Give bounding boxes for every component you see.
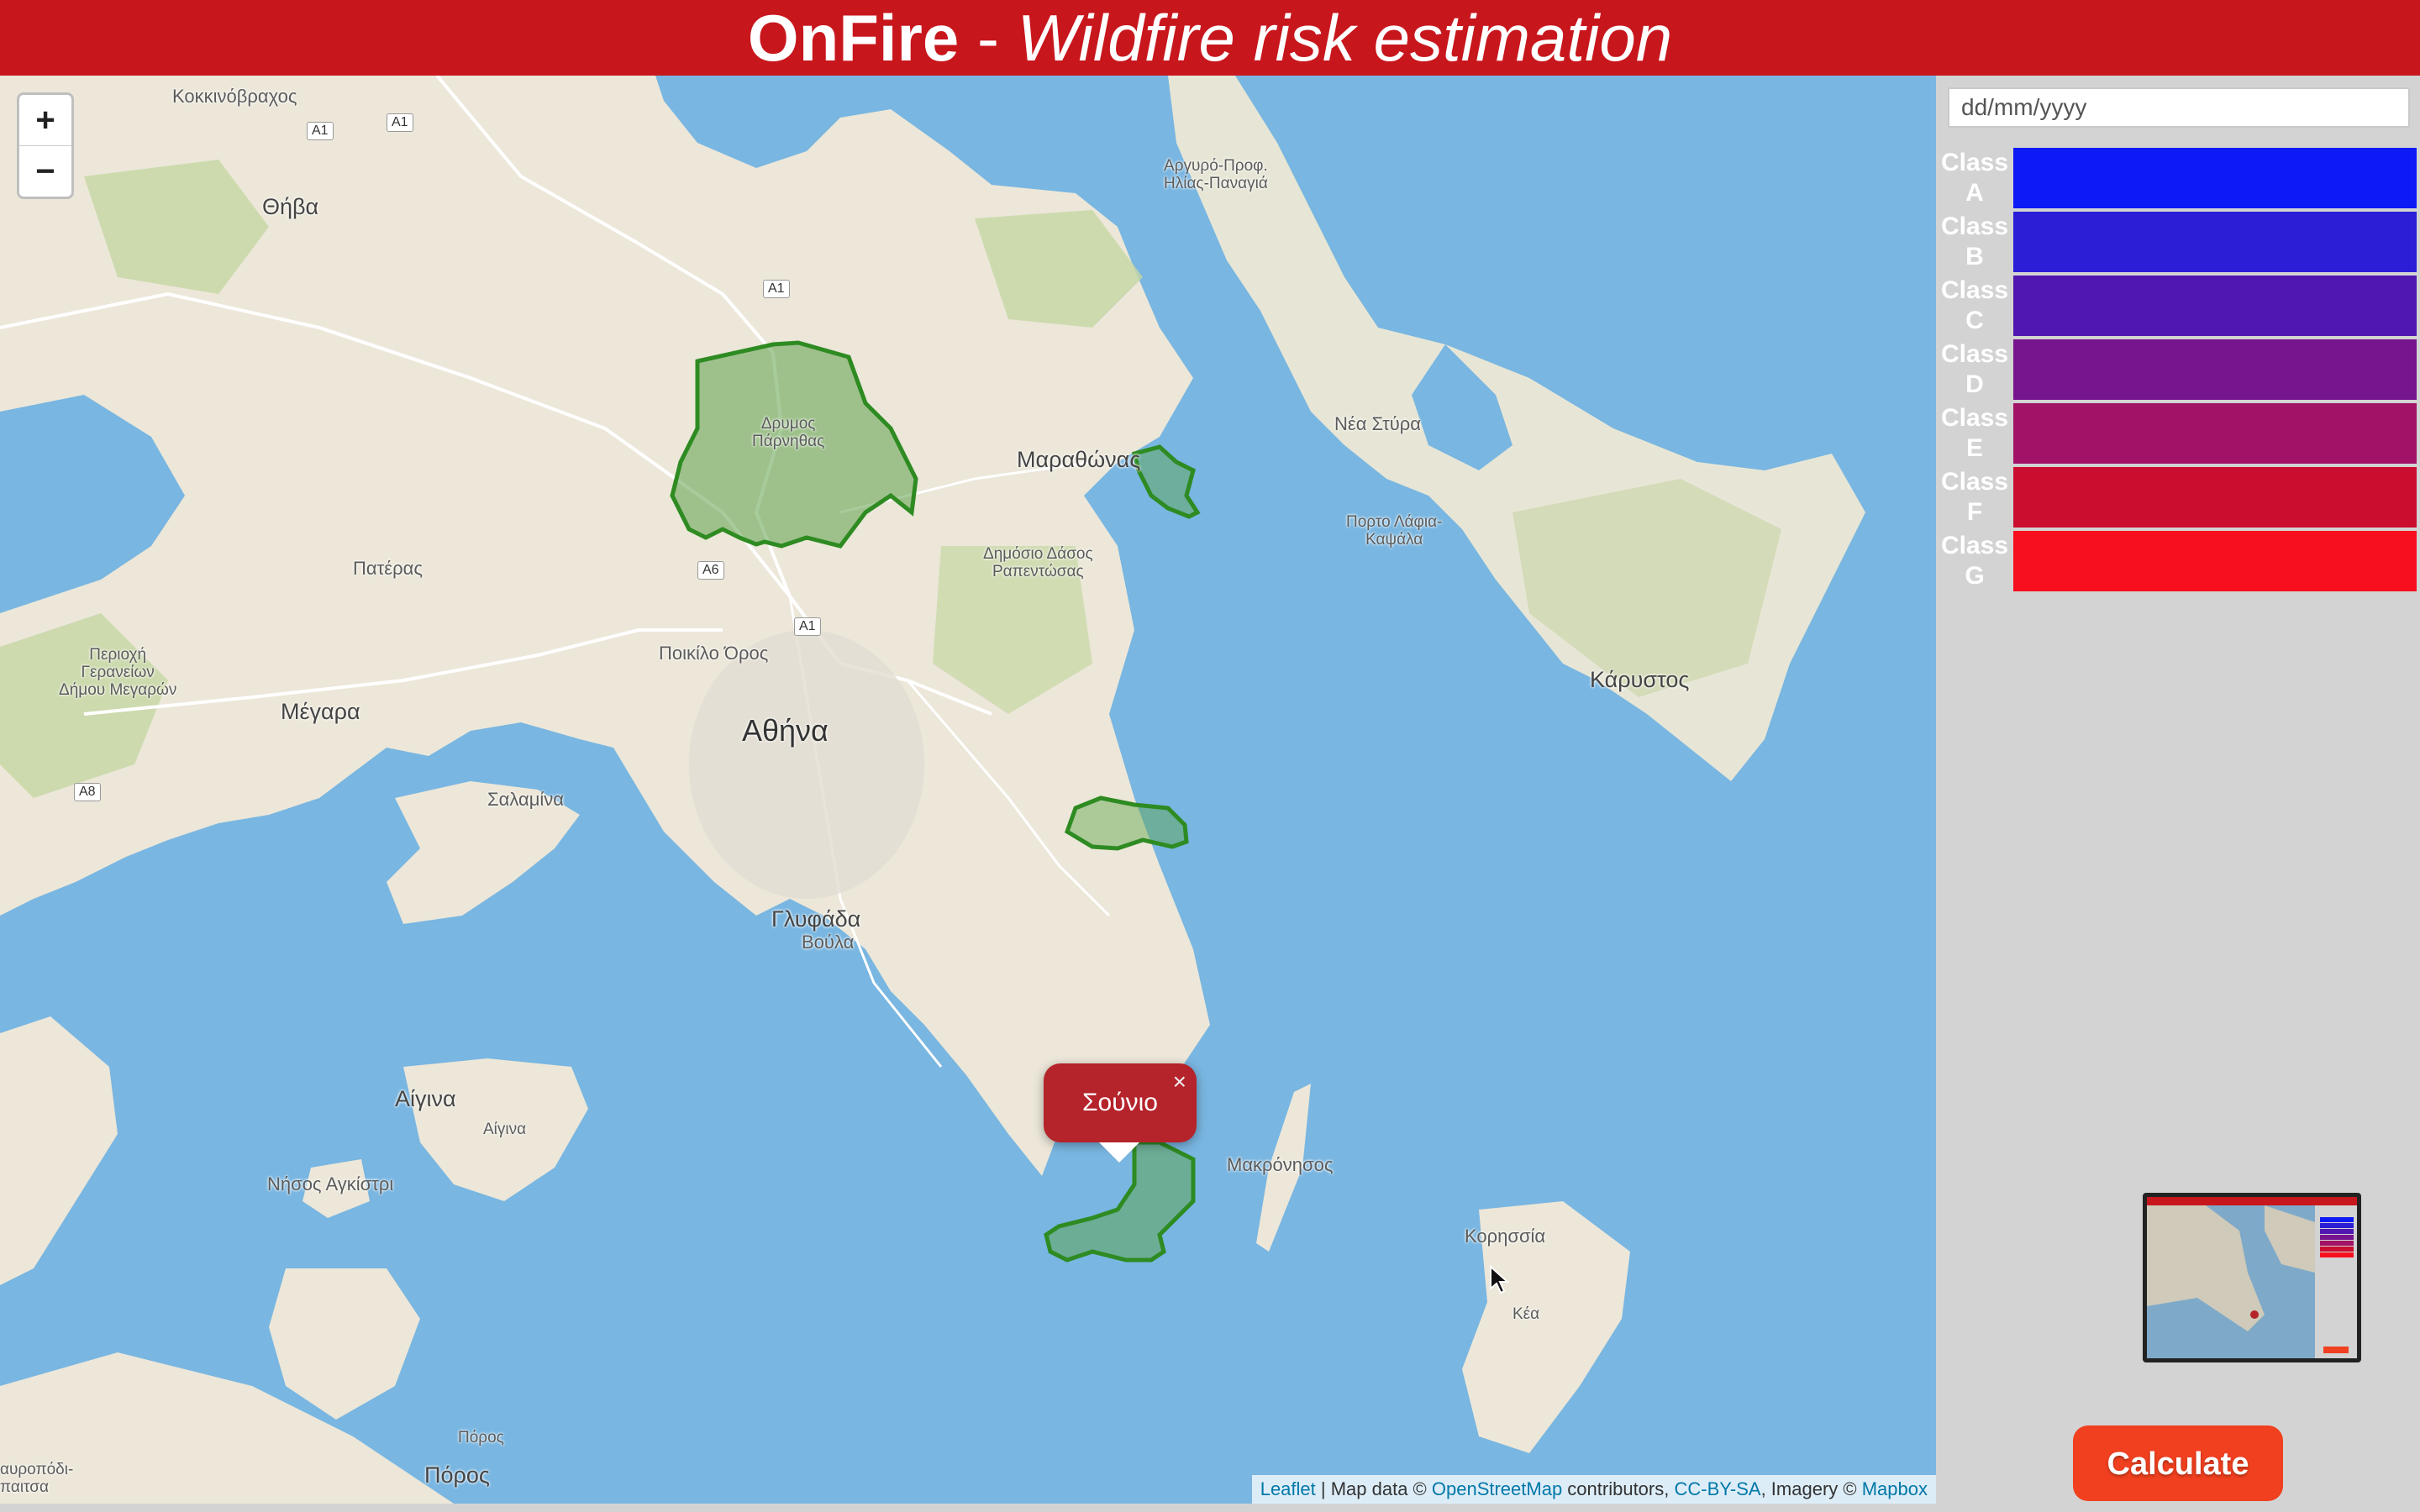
legend-swatch: [2013, 339, 2417, 400]
road-shield: A1: [387, 113, 413, 132]
osm-link[interactable]: OpenStreetMap: [1432, 1478, 1562, 1499]
map-popup: Σούνιο ×: [1044, 1063, 1197, 1163]
place-label: Αθήνα: [742, 713, 829, 748]
calculate-button[interactable]: Calculate: [2073, 1425, 2283, 1501]
place-label: Περιοχή Γερανείων Δήμου Μεγαρών: [59, 646, 177, 699]
legend-swatch: [2013, 276, 2417, 336]
place-label: Πατέρας: [353, 558, 423, 579]
place-label: Αίγινα: [483, 1121, 527, 1138]
legend-label: Class B: [1940, 213, 2009, 270]
place-label: Μαραθώνας: [1017, 447, 1141, 472]
attribution-text: contributors,: [1562, 1478, 1675, 1499]
attribution-text: , Imagery ©: [1760, 1478, 1862, 1499]
legend-swatch: [2013, 148, 2417, 208]
place-label: Κέα: [1512, 1305, 1540, 1323]
place-label: Κοκκινόβραχος: [172, 86, 297, 107]
legend-label: Class E: [1940, 404, 2009, 462]
legend-label: Class D: [1940, 340, 2009, 398]
legend-label: Class F: [1940, 468, 2009, 526]
road-shield: A1: [794, 617, 821, 636]
title-separator: -: [959, 1, 1018, 75]
place-label: Μέγαρα: [281, 699, 360, 724]
legend-label: Class G: [1940, 532, 2009, 590]
road-shield: A8: [74, 783, 101, 801]
legend-row-class-g: Class G: [1936, 531, 2420, 595]
place-label: Θήβα: [262, 194, 319, 219]
legend-row-class-d: Class D: [1936, 339, 2420, 403]
zoom-in-button[interactable]: +: [19, 95, 71, 145]
legend-row-class-b: Class B: [1936, 212, 2420, 276]
legend-swatch: [2013, 212, 2417, 272]
popup-close-icon[interactable]: ×: [1173, 1068, 1186, 1095]
legend-swatch: [2013, 531, 2417, 591]
legend-label: Class C: [1940, 276, 2009, 334]
place-label: Σαλαμίνα: [487, 789, 564, 810]
place-label: Πορτο Λάφια- Καψάλα: [1346, 513, 1443, 549]
zoom-out-button[interactable]: −: [19, 145, 71, 197]
date-input[interactable]: [1948, 87, 2410, 128]
legend-label: Class A: [1940, 149, 2009, 207]
legend-row-class-f: Class F: [1936, 467, 2420, 531]
attribution-text: | Map data ©: [1315, 1478, 1432, 1499]
map-view[interactable]: + − Κοκκινόβραχος Θήβα Αργυρό-Προφ. Ηλία…: [0, 76, 1936, 1504]
place-label: Γλυφάδα: [771, 906, 861, 932]
legend-row-class-a: Class A: [1936, 148, 2420, 212]
legend-swatch: [2013, 403, 2417, 464]
road-shield: A1: [763, 280, 790, 298]
place-label: Μακρόνησος: [1227, 1154, 1334, 1175]
thumbnail-image: [2147, 1197, 2357, 1358]
zoom-control: + −: [17, 92, 74, 199]
place-label: αυροπόδι- παιτσα: [0, 1461, 74, 1496]
basemap: [0, 76, 1936, 1504]
app-header: OnFire - Wildfire risk estimation: [0, 0, 2420, 76]
road-shield: A1: [307, 122, 334, 140]
place-label: Ποικίλο Όρος: [659, 643, 769, 664]
legend-row-class-c: Class C: [1936, 276, 2420, 339]
place-label: Πόρος: [424, 1462, 490, 1488]
place-label: Βούλα: [802, 932, 855, 953]
app-subtitle: Wildfire risk estimation: [1017, 1, 1673, 75]
leaflet-link[interactable]: Leaflet: [1260, 1478, 1316, 1499]
place-label: Κορησσία: [1465, 1226, 1546, 1247]
mouse-cursor-icon: [1490, 1265, 1509, 1294]
mapbox-link[interactable]: Mapbox: [1862, 1478, 1928, 1499]
risk-class-legend: Class A Class B Class C Class D Class E Class…: [1936, 148, 2420, 595]
place-label: Κάρυστος: [1590, 667, 1690, 692]
legend-row-class-e: Class E: [1936, 403, 2420, 467]
legend-swatch: [2013, 467, 2417, 528]
place-label: Δρυμος Πάρνηθας: [752, 415, 825, 450]
place-label: Αίγινα: [395, 1086, 456, 1111]
license-link[interactable]: CC-BY-SA: [1674, 1478, 1760, 1499]
map-attribution: Leaflet | Map data © OpenStreetMap contr…: [1251, 1475, 1936, 1504]
app-brand: OnFire: [747, 1, 960, 75]
road-shield: A6: [697, 561, 724, 580]
popup-tip: [1099, 1142, 1139, 1163]
place-label: Αργυρό-Προφ. Ηλίας-Παναγιά: [1164, 157, 1268, 192]
place-label: Νέα Στύρα: [1334, 413, 1422, 434]
place-label: Νήσος Αγκίστρι: [267, 1173, 394, 1194]
place-label: Δημόσιο Δάσος Ραπεντώσας: [983, 545, 1093, 580]
place-label: Πόρος: [458, 1429, 504, 1446]
preview-thumbnail[interactable]: [2143, 1193, 2361, 1362]
